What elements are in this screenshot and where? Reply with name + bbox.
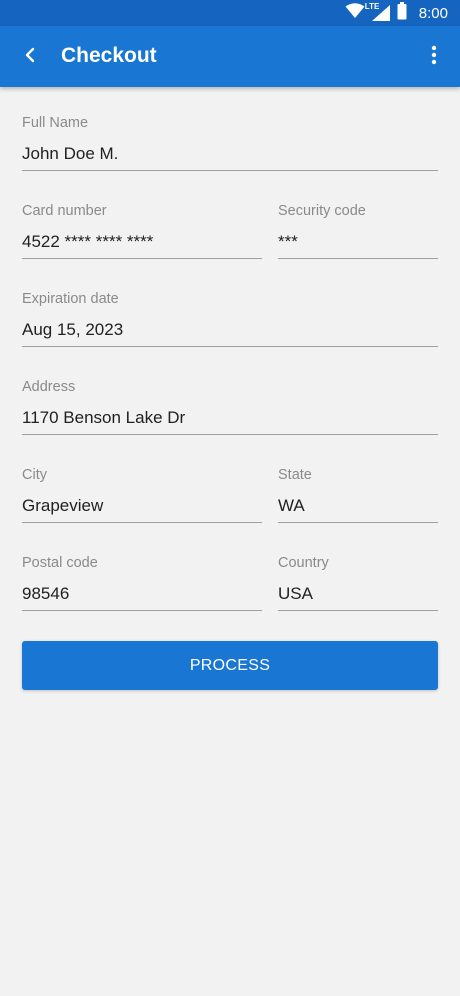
state-value[interactable]: WA <box>278 495 305 517</box>
security-code-label: Security code <box>278 203 366 219</box>
country-label: Country <box>278 555 329 571</box>
state-underline <box>278 522 438 523</box>
state-label: State <box>278 467 312 483</box>
status-bar: LTE 8:00 <box>0 0 460 26</box>
city-field[interactable]: City Grapeview <box>22 466 262 526</box>
address-value[interactable]: 1170 Benson Lake Dr <box>22 407 185 429</box>
address-underline <box>22 434 438 435</box>
card-number-underline <box>22 258 262 259</box>
signal-icon: LTE <box>365 2 391 22</box>
postal-code-field[interactable]: Postal code 98546 <box>22 554 262 614</box>
card-number-value[interactable]: 4522 **** **** **** <box>22 231 153 253</box>
full-name-label: Full Name <box>22 115 89 131</box>
country-field[interactable]: Country USA <box>278 554 438 614</box>
city-underline <box>22 522 262 523</box>
status-time: 8:00 <box>418 4 448 22</box>
city-value[interactable]: Grapeview <box>22 495 103 517</box>
expiration-date-value[interactable]: Aug 15, 2023 <box>22 319 123 341</box>
address-field[interactable]: Address 1170 Benson Lake Dr <box>22 378 438 438</box>
full-name-underline <box>22 170 438 171</box>
back-arrow-icon <box>23 47 37 68</box>
status-icons: LTE 8:00 <box>345 0 448 26</box>
overflow-menu-button[interactable] <box>422 41 446 73</box>
wifi-icon <box>345 2 365 24</box>
more-vert-icon <box>431 45 437 70</box>
security-code-field[interactable]: Security code *** <box>278 202 438 262</box>
state-field[interactable]: State WA <box>278 466 438 526</box>
battery-icon <box>397 1 407 25</box>
expiration-date-field[interactable]: Expiration date Aug 15, 2023 <box>22 290 438 350</box>
postal-code-label: Postal code <box>22 555 98 571</box>
network-type-label: LTE <box>364 2 380 11</box>
app-bar: Checkout <box>0 26 460 87</box>
page-title: Checkout <box>61 44 157 67</box>
full-name-value[interactable]: John Doe M. <box>22 143 118 165</box>
full-name-field[interactable]: Full Name John Doe M. <box>22 114 438 174</box>
country-value[interactable]: USA <box>278 583 313 605</box>
security-code-value[interactable]: *** <box>278 231 298 253</box>
expiration-date-label: Expiration date <box>22 291 119 307</box>
postal-code-value[interactable]: 98546 <box>22 583 69 605</box>
address-label: Address <box>22 379 76 395</box>
security-code-underline <box>278 258 438 259</box>
card-number-label: Card number <box>22 203 107 219</box>
country-underline <box>278 610 438 611</box>
city-label: City <box>22 467 47 483</box>
back-button[interactable] <box>14 41 46 73</box>
postal-code-underline <box>22 610 262 611</box>
card-number-field[interactable]: Card number 4522 **** **** **** <box>22 202 262 262</box>
expiration-date-underline <box>22 346 438 347</box>
process-button[interactable]: PROCESS <box>22 641 438 690</box>
